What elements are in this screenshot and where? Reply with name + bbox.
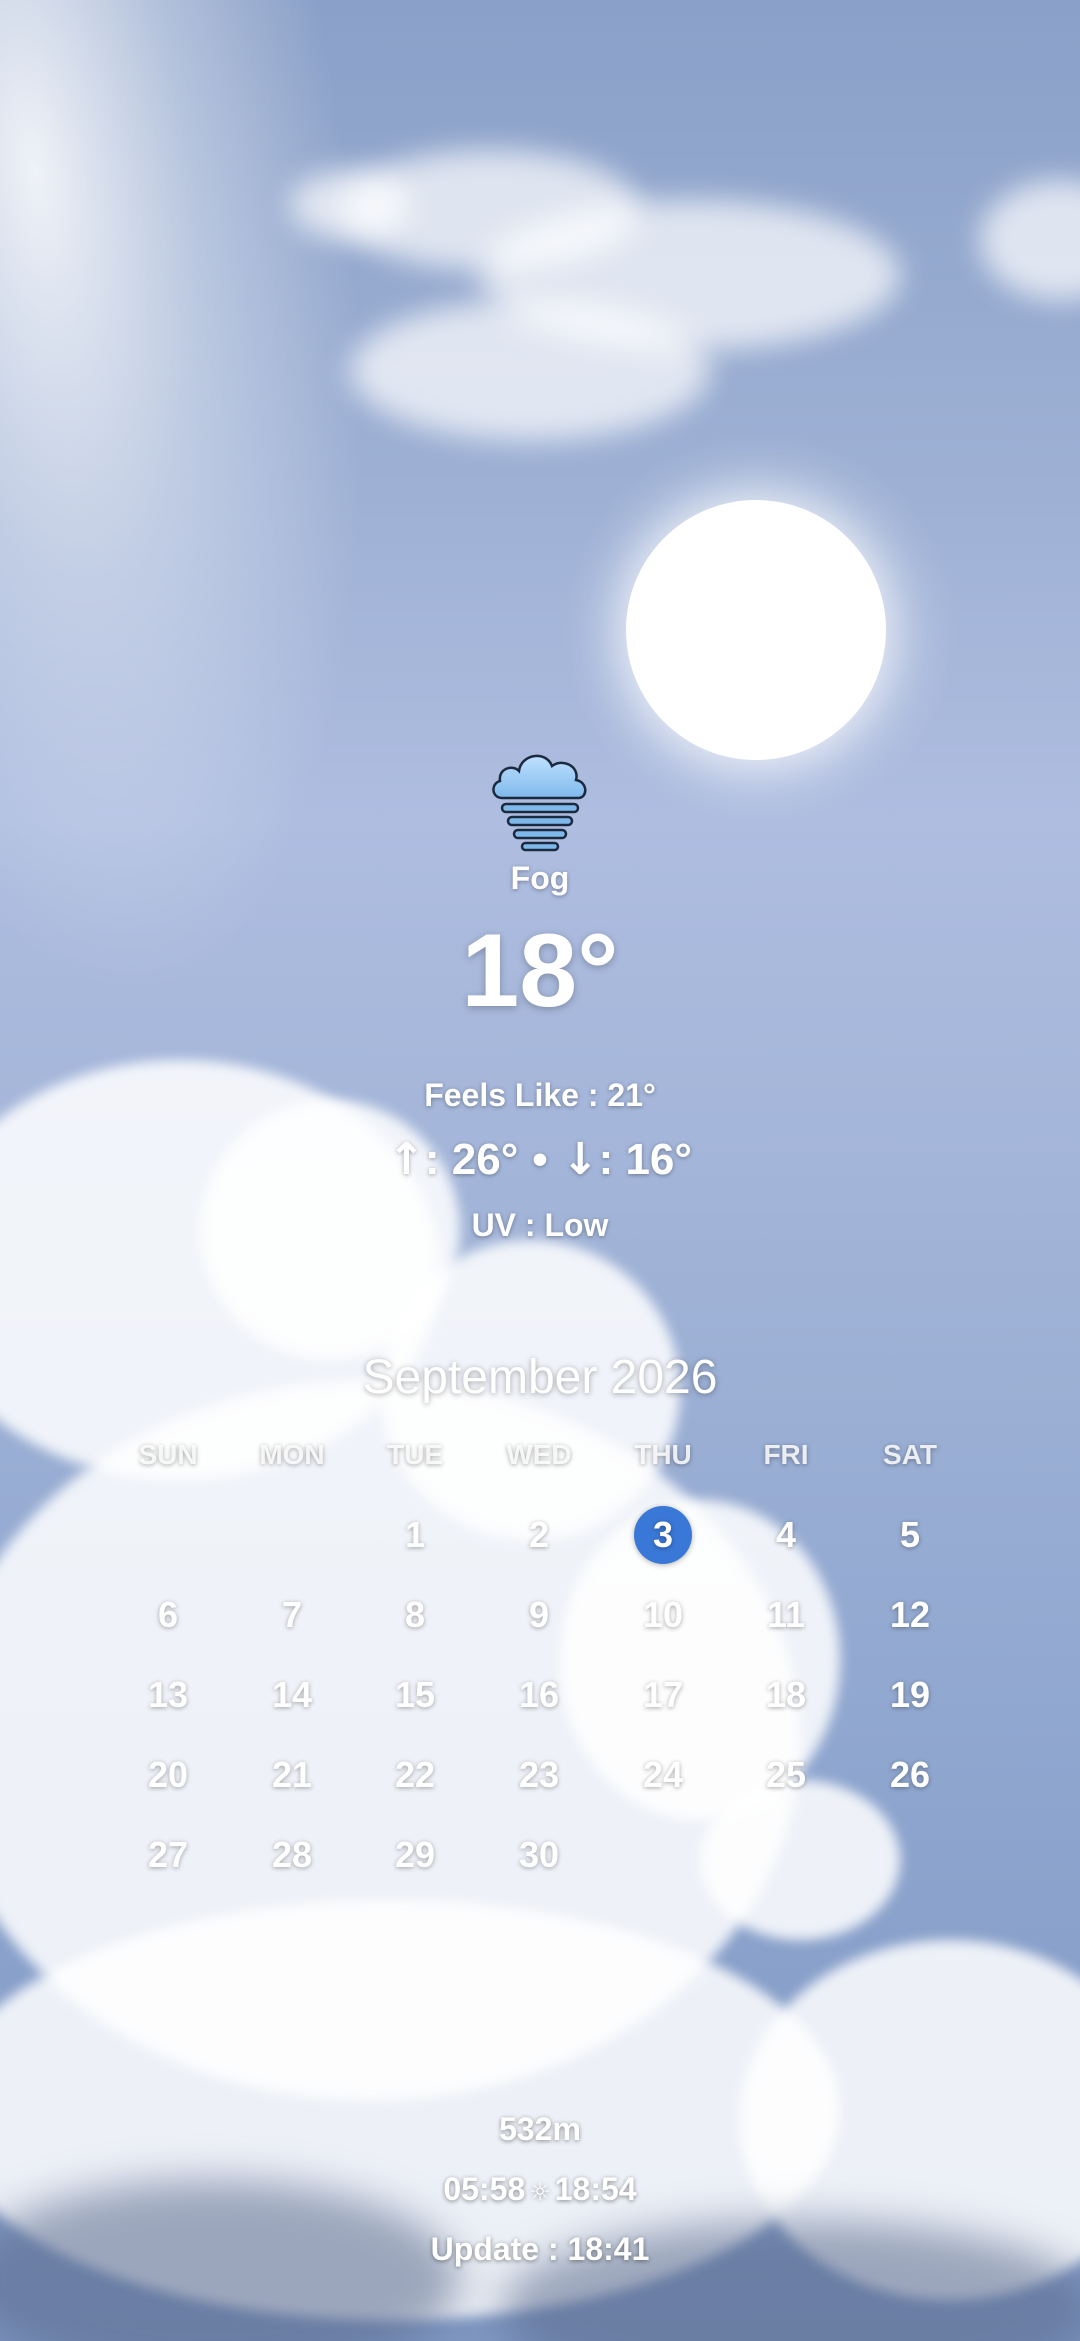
- calendar-day[interactable]: 4: [726, 1495, 846, 1575]
- calendar-day[interactable]: 8: [355, 1575, 475, 1655]
- calendar-day[interactable]: 22: [355, 1735, 475, 1815]
- cloud-wisp: [980, 180, 1080, 300]
- calendar-day[interactable]: 19: [850, 1655, 970, 1735]
- calendar-day[interactable]: 5: [850, 1495, 970, 1575]
- separator-dot: •: [532, 1134, 548, 1184]
- uv-index: UV : Low: [471, 1207, 609, 1243]
- sun-icon: ☼: [529, 2178, 551, 2206]
- sunset-time: 18:54: [554, 2171, 637, 2207]
- calendar-day[interactable]: 20: [108, 1735, 228, 1815]
- weather-condition: Fog: [510, 860, 570, 896]
- calendar-grid: SUN MON TUE WED THU FRI SAT 1 2 3 4 5 6 7 8 9 10 11 12 13 14…: [0, 1405, 1080, 1895]
- calendar-day[interactable]: 25: [726, 1735, 846, 1815]
- calendar-day[interactable]: 12: [850, 1575, 970, 1655]
- feels-like: Feels Like : 21°: [424, 1077, 656, 1113]
- calendar-day[interactable]: 21: [232, 1735, 352, 1815]
- weekday-thu: THU: [634, 1439, 692, 1470]
- weekday-mon: MON: [259, 1439, 325, 1470]
- calendar-week-row: 12345: [0, 1495, 1080, 1575]
- cloud-wisp: [290, 170, 410, 240]
- calendar-day[interactable]: 28: [232, 1815, 352, 1895]
- weekday-fri: FRI: [763, 1439, 809, 1470]
- info-footer: 532m 05:58 ☼ 18:54 Update : 18:41: [0, 2108, 1080, 2288]
- calendar-day[interactable]: 14: [232, 1655, 352, 1735]
- calendar-day[interactable]: 9: [479, 1575, 599, 1655]
- calendar-day[interactable]: 24: [603, 1735, 723, 1815]
- calendar-day[interactable]: 6: [108, 1575, 228, 1655]
- calendar-day[interactable]: 29: [355, 1815, 475, 1895]
- sun: [626, 500, 886, 760]
- high-low-temperature: ↑: 26° • ↓: 16°: [0, 1134, 1080, 1185]
- calendar-day[interactable]: 27: [108, 1815, 228, 1895]
- weekday-sat: SAT: [883, 1439, 937, 1470]
- calendar-day[interactable]: 17: [603, 1655, 723, 1735]
- calendar-day[interactable]: 15: [355, 1655, 475, 1735]
- calendar-day[interactable]: 30: [479, 1815, 599, 1895]
- calendar-day[interactable]: 7: [232, 1575, 352, 1655]
- calendar-day-today[interactable]: 3: [603, 1495, 723, 1575]
- calendar-day[interactable]: 26: [850, 1735, 970, 1815]
- calendar-day[interactable]: 10: [603, 1575, 723, 1655]
- calendar-day[interactable]: 1: [355, 1495, 475, 1575]
- calendar-day[interactable]: 11: [726, 1575, 846, 1655]
- weekday-sun: SUN: [138, 1439, 198, 1470]
- calendar-week-row: 27 28 29 30: [0, 1815, 1080, 1895]
- weekday-wed: WED: [506, 1439, 572, 1470]
- altitude: 532m: [499, 2111, 581, 2147]
- sunrise-sunset: 05:58 ☼ 18:54: [0, 2168, 1080, 2228]
- calendar-day[interactable]: 18: [726, 1655, 846, 1735]
- cloud-wisp: [350, 300, 710, 440]
- calendar-day[interactable]: 23: [479, 1735, 599, 1815]
- calendar-week-row: 13 14 15 16 17 18 19: [0, 1655, 1080, 1735]
- calendar-week-row: 20 21 22 23 24 25 26: [0, 1735, 1080, 1815]
- calendar-day[interactable]: 16: [479, 1655, 599, 1735]
- calendar-month-title: September 2026: [362, 1351, 718, 1404]
- calendar-widget: September 2026 SUN MON TUE WED THU FRI SAT 1 2 3 4…: [0, 1350, 1080, 1895]
- current-temperature: 18°: [461, 913, 619, 1029]
- calendar-day[interactable]: 2: [479, 1495, 599, 1575]
- arrow-down-icon: ↓: [561, 1134, 599, 1185]
- calendar-day[interactable]: 13: [108, 1655, 228, 1735]
- fog-icon: [492, 754, 587, 852]
- arrow-up-icon: ↑: [388, 1134, 425, 1185]
- weekday-tue: TUE: [387, 1439, 443, 1470]
- weather-panel: Fog 18° Feels Like : 21° ↑: 26° • ↓: 16°…: [0, 740, 1080, 1244]
- high-temp: ↑: 26°: [388, 1134, 519, 1185]
- weekday-header-row: SUN MON TUE WED THU FRI SAT: [0, 1405, 1080, 1485]
- calendar-week-row: 6 7 8 9 10 11 12: [0, 1575, 1080, 1655]
- sunrise-time: 05:58: [443, 2171, 526, 2207]
- last-update: Update : 18:41: [430, 2231, 650, 2267]
- low-temp: ↓: 16°: [561, 1134, 692, 1185]
